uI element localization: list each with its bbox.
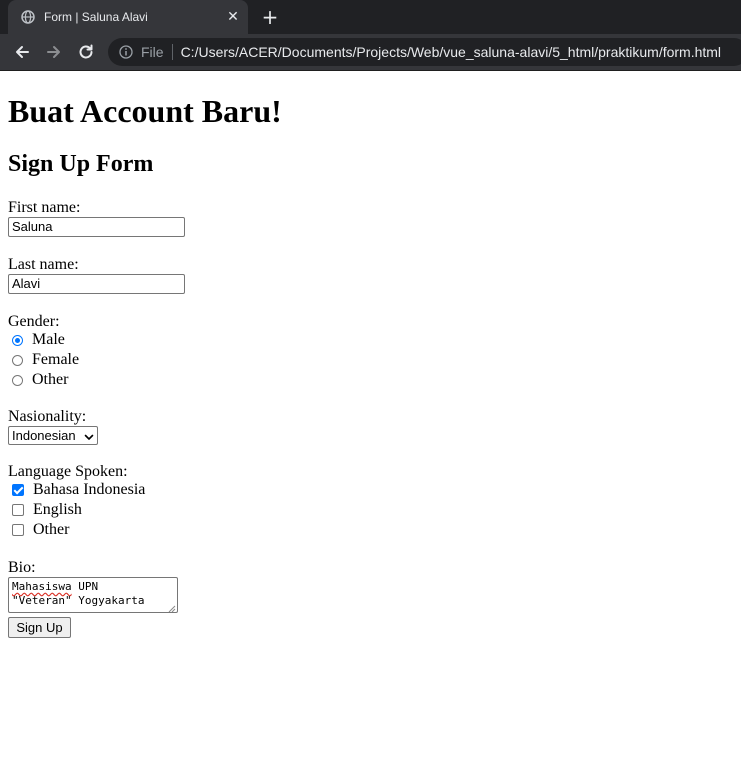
address-bar[interactable]: File C:/Users/ACER/Documents/Projects/We… bbox=[108, 38, 741, 66]
first-name-field[interactable]: Saluna bbox=[8, 217, 185, 237]
female-label: Female bbox=[32, 351, 80, 368]
page-title: Buat Account Baru! bbox=[8, 93, 282, 129]
page-content: Buat Account Baru! Sign Up Form First na… bbox=[0, 71, 741, 768]
globe-icon bbox=[20, 9, 36, 25]
new-tab-button[interactable]: + bbox=[258, 5, 282, 29]
language-option-bahasa[interactable]: Bahasa Indonesia bbox=[12, 481, 145, 499]
nationality-label: Nasionality: bbox=[8, 408, 87, 425]
english-label: English bbox=[33, 501, 82, 518]
reload-icon[interactable] bbox=[74, 40, 98, 64]
tab-title: Form | Saluna Alavi bbox=[44, 10, 148, 24]
first-name-label: First name: bbox=[8, 199, 81, 216]
other-gender-label: Other bbox=[32, 371, 69, 388]
bahasa-checkbox[interactable] bbox=[12, 484, 24, 496]
browser-tab[interactable]: Form | Saluna Alavi ✕ bbox=[8, 0, 248, 34]
last-name-field[interactable]: Alavi bbox=[8, 274, 185, 294]
gender-option-female[interactable]: Female bbox=[12, 351, 79, 369]
nationality-select[interactable]: Indonesian bbox=[8, 426, 98, 445]
sign-up-button[interactable]: Sign Up bbox=[8, 617, 71, 638]
nationality-selected-value: Indonesian bbox=[12, 428, 76, 443]
bio-label: Bio: bbox=[8, 559, 36, 576]
language-option-other[interactable]: Other bbox=[12, 521, 69, 539]
browser-toolbar: File C:/Users/ACER/Documents/Projects/We… bbox=[0, 34, 741, 71]
address-separator bbox=[171, 44, 173, 60]
male-radio[interactable] bbox=[12, 334, 23, 346]
female-radio[interactable] bbox=[12, 354, 23, 366]
url-text[interactable]: C:/Users/ACER/Documents/Projects/Web/vue… bbox=[181, 44, 721, 60]
other-language-label: Other bbox=[33, 521, 70, 538]
resize-grip-icon[interactable] bbox=[168, 603, 176, 612]
bio-misspelled-word: Mahasiswa bbox=[12, 580, 72, 593]
last-name-label: Last name: bbox=[8, 256, 79, 273]
english-checkbox[interactable] bbox=[12, 504, 24, 516]
other-gender-radio[interactable] bbox=[12, 374, 23, 386]
form-title: Sign Up Form bbox=[8, 151, 154, 177]
male-label: Male bbox=[32, 331, 65, 348]
close-tab-icon[interactable]: ✕ bbox=[224, 8, 242, 26]
bahasa-label: Bahasa Indonesia bbox=[33, 481, 146, 498]
gender-label: Gender: bbox=[8, 313, 60, 330]
file-scheme-label: File bbox=[141, 44, 164, 60]
language-option-english[interactable]: English bbox=[12, 501, 82, 519]
tab-strip: Form | Saluna Alavi ✕ + bbox=[0, 0, 741, 34]
chevron-down-icon bbox=[84, 430, 94, 440]
bio-textarea[interactable]: Mahasiswa UPN "Veteran" Yogyakarta bbox=[8, 577, 178, 613]
language-label: Language Spoken: bbox=[8, 463, 128, 480]
back-arrow-icon[interactable] bbox=[10, 40, 34, 64]
forward-arrow-icon[interactable] bbox=[42, 40, 66, 64]
gender-option-male[interactable]: Male bbox=[12, 331, 65, 349]
other-language-checkbox[interactable] bbox=[12, 524, 24, 536]
gender-option-other[interactable]: Other bbox=[12, 371, 68, 389]
info-icon[interactable] bbox=[118, 44, 134, 60]
